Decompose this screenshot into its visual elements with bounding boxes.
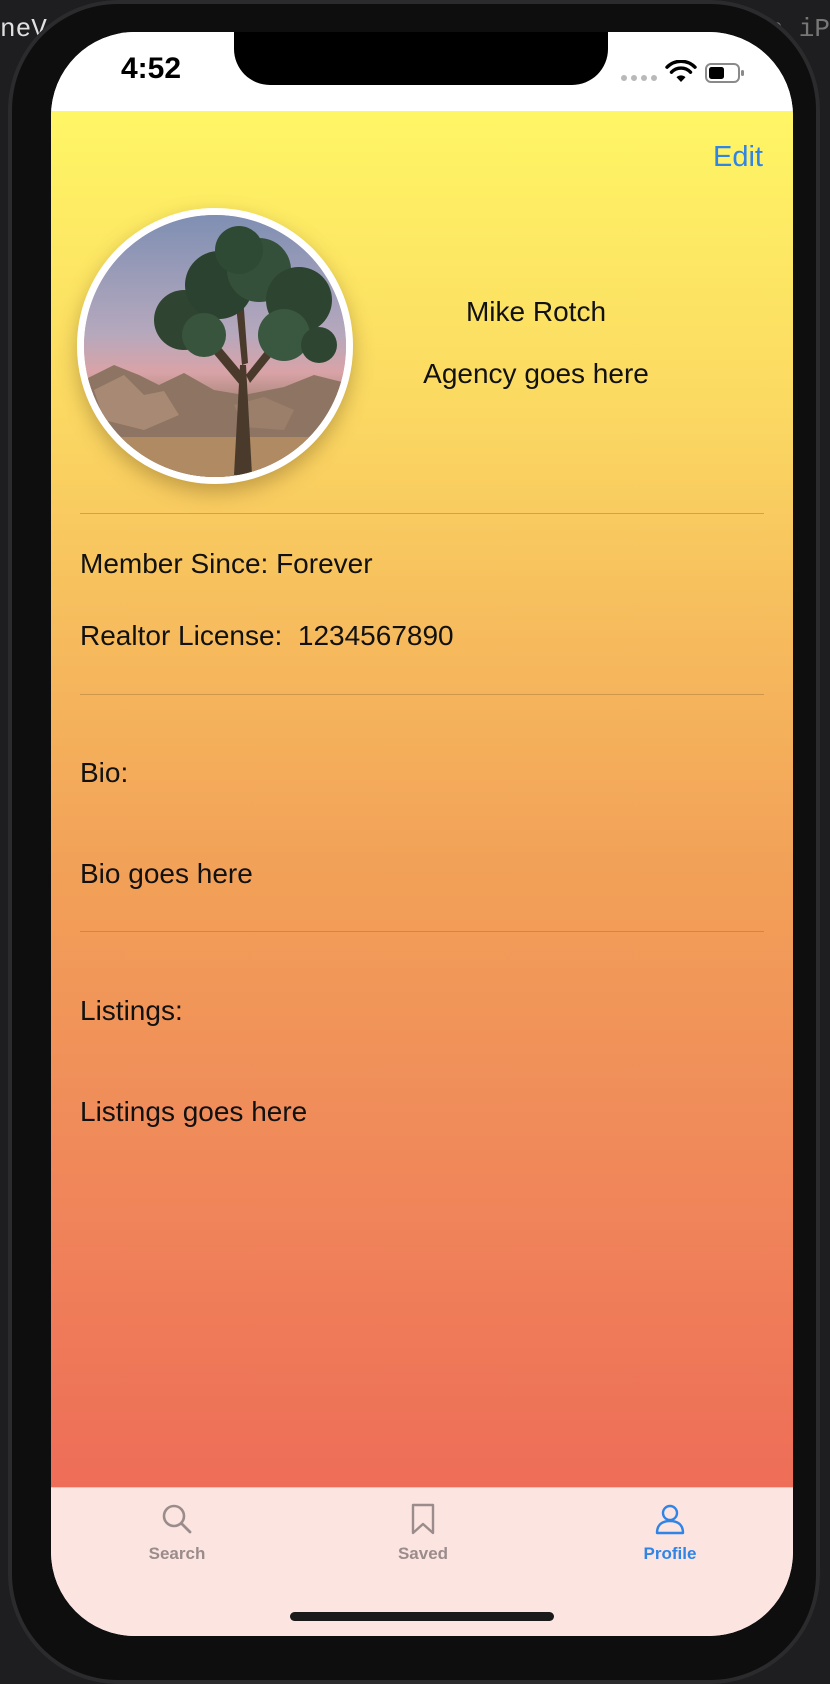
tab-search[interactable]: Search xyxy=(107,1502,247,1564)
search-icon xyxy=(162,1504,192,1534)
license-label: Realtor License: 1234567890 xyxy=(80,620,454,651)
notch xyxy=(234,32,608,85)
tab-profile[interactable]: Profile xyxy=(600,1502,740,1564)
tab-profile-label: Profile xyxy=(643,1544,697,1563)
home-indicator[interactable] xyxy=(290,1612,554,1621)
listings-heading: Listings: xyxy=(80,995,183,1026)
profile-agency: Agency goes here xyxy=(423,358,649,389)
profile-content: Edit Mike Rotch Agency goes here Member … xyxy=(51,111,793,1487)
wifi-icon xyxy=(665,60,697,82)
status-bar: 4:52 xyxy=(51,32,793,111)
divider xyxy=(80,931,764,932)
phone-screen: 4:52 Edit Mike Rotch Agency goes here Me… xyxy=(51,32,793,1636)
tab-saved-label: Saved xyxy=(397,1544,449,1563)
avatar-photo xyxy=(84,215,346,477)
cellular-signal-icon xyxy=(621,75,657,81)
divider xyxy=(80,694,764,695)
tab-saved[interactable]: Saved xyxy=(353,1502,493,1564)
battery-icon xyxy=(705,63,744,83)
bookmark-icon xyxy=(411,1503,435,1535)
avatar[interactable] xyxy=(77,208,353,484)
phone-frame: 4:52 Edit Mike Rotch Agency goes here Me… xyxy=(8,0,820,1684)
member-since-label: Member Since: Forever xyxy=(80,548,373,579)
bio-heading: Bio: xyxy=(80,757,129,788)
divider xyxy=(80,513,764,514)
person-icon xyxy=(655,1504,685,1535)
listings-text: Listings goes here xyxy=(80,1096,308,1127)
status-time: 4:52 xyxy=(121,52,182,85)
name-block: Mike Rotch Agency goes here xyxy=(381,296,691,390)
profile-name: Mike Rotch xyxy=(465,296,607,327)
tab-search-label: Search xyxy=(148,1544,206,1563)
bio-text: Bio goes here xyxy=(80,858,253,889)
edit-button[interactable]: Edit xyxy=(713,141,763,174)
